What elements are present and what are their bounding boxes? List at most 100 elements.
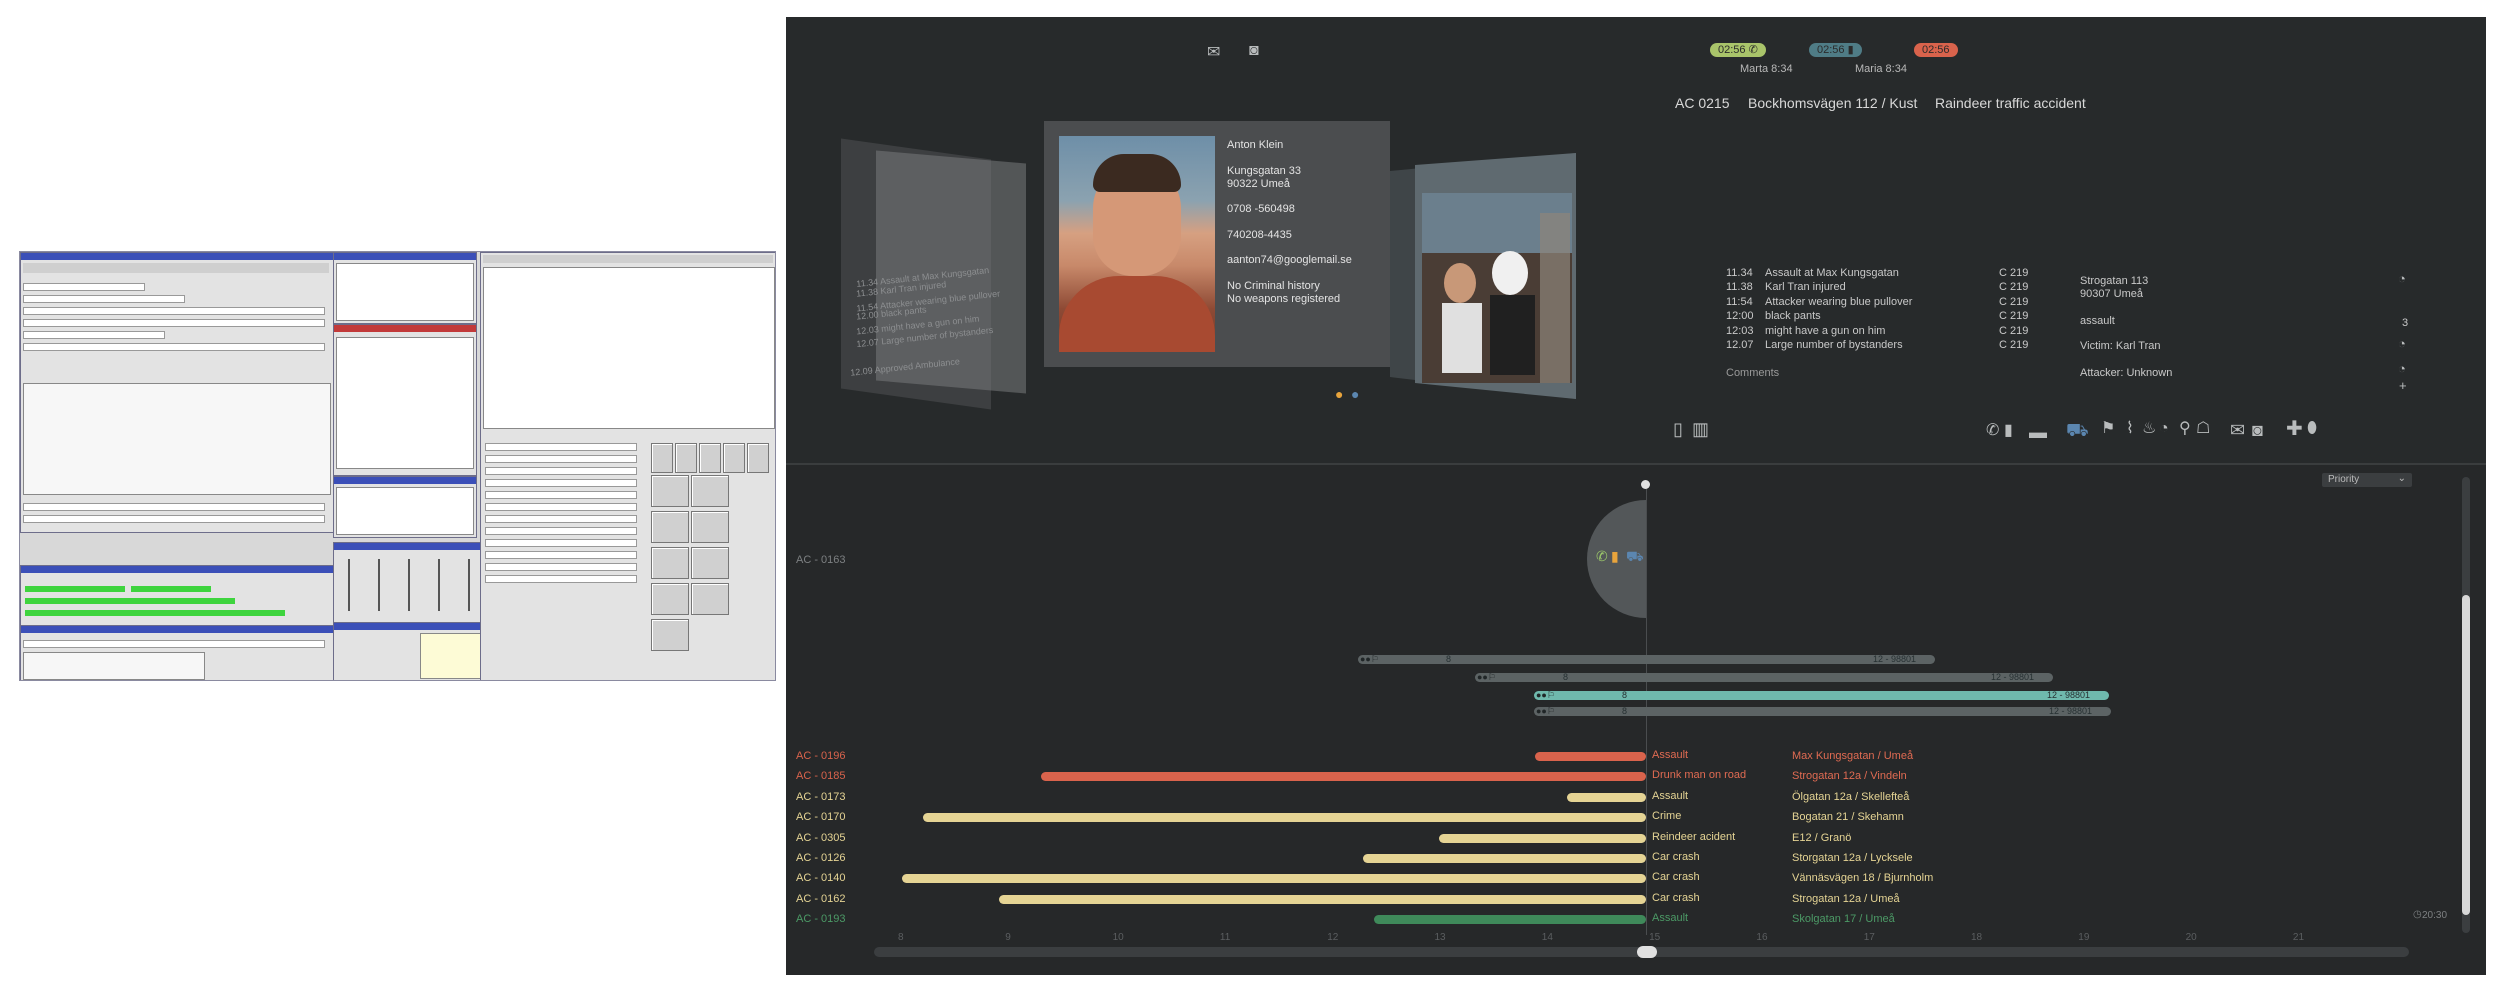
unit-bar-start: 8 (1622, 706, 1628, 716)
medical-cross-icon[interactable]: ✚ (2286, 419, 2303, 439)
ear-icon-2[interactable]: ◔ (2398, 337, 2406, 350)
unit-bar[interactable] (1534, 691, 2109, 700)
case-bar[interactable] (1363, 854, 1646, 863)
ear-icon-3[interactable]: ◔ (2398, 362, 2406, 375)
ear-icon-1[interactable]: ◔ (2398, 272, 2406, 285)
horizontal-scroll-thumb[interactable] (1637, 946, 1657, 958)
log-text: might have a gun on him (1765, 324, 1886, 337)
case-id-label[interactable]: AC - 0196 (796, 750, 846, 762)
log-time: 11.38 (1726, 281, 1753, 294)
detail-count: 3 (2402, 317, 2409, 329)
log-text: black pants (1765, 310, 1821, 323)
person-phone-1[interactable]: 0708 -560498 (1227, 203, 1295, 215)
time-tick: 10 (1112, 932, 1124, 943)
unit-bar-end: 12 - 98801 (2049, 706, 2093, 716)
case-id-label[interactable]: AC - 0170 (796, 811, 846, 823)
log-code: C 219 (1999, 267, 2029, 279)
unit-bar-end: 12 - 98801 (1991, 672, 2035, 682)
vertical-scroll-thumb[interactable] (2462, 595, 2470, 915)
drop-icon[interactable]: ⬮ (2307, 421, 2317, 437)
unit-bar[interactable] (1358, 655, 1935, 664)
case-bar[interactable] (1438, 833, 1646, 843)
unit-status-icons: ●●⚐ (1477, 672, 1496, 682)
call-badge-2[interactable]: 02:56 ▮ (1809, 43, 1862, 57)
add-icon-small[interactable]: + (2399, 379, 2407, 392)
log-text: Karl Tran injured (1765, 281, 1846, 294)
globe-icon[interactable]: ● (1351, 387, 1359, 401)
case-id-label[interactable]: AC - 0193 (796, 913, 846, 925)
operator-name-2: Maria 8:34 (1855, 63, 1907, 75)
time-tick: 8 (898, 932, 904, 943)
map-pin-icon[interactable]: ⚲ (2179, 421, 2191, 437)
ear-icon[interactable]: ◔ (2159, 421, 2169, 437)
log-code: C 219 (1999, 324, 2029, 337)
case-id: AC 0215 (1675, 95, 1730, 111)
envelope-icon[interactable]: ✉ (2230, 421, 2245, 439)
document-icon[interactable]: ▯ (1673, 420, 1683, 438)
case-type-label: Crime (1652, 810, 1682, 823)
case-location-label: Max Kungsgatan / Umeå (1792, 750, 1914, 762)
log-code: C 219 (1999, 281, 2029, 294)
panel-divider (786, 463, 2486, 465)
case-type-label: Assault (1652, 912, 1689, 925)
case-bar[interactable] (1567, 792, 1646, 802)
case-id-label[interactable]: AC - 0173 (796, 791, 846, 803)
case-id-label[interactable]: AC - 0126 (796, 852, 846, 864)
current-time-marker[interactable] (1641, 480, 1650, 489)
flag-icon[interactable]: ⚑ (2101, 421, 2115, 437)
call-badge-1[interactable]: 02:56 ✆ (1710, 43, 1766, 57)
case-id-label[interactable]: AC - 0162 (796, 893, 846, 905)
log-time: 11:54 (1726, 295, 1753, 308)
paperclip-icon[interactable]: ⌇ (2126, 421, 2134, 437)
legacy-mid-window-2 (333, 324, 477, 476)
person-weapons: No weapons registered (1227, 293, 1341, 305)
call-badge-3[interactable]: 02:56 (1914, 43, 1958, 57)
time-tick: 18 (1971, 932, 1983, 943)
time-tick: 20 (2185, 932, 2197, 943)
priority-label: Priority (2328, 474, 2360, 485)
case-event: Raindeer traffic accident (1935, 95, 2086, 111)
pinned-case-id[interactable]: AC - 0163 (796, 554, 846, 566)
scene-photo[interactable] (1390, 153, 1576, 399)
time-tick: 13 (1434, 932, 1446, 943)
case-bar[interactable] (923, 813, 1646, 823)
location-pin-icon[interactable]: ● (1335, 387, 1343, 401)
fire-icon[interactable]: ♨ (2142, 421, 2156, 437)
phone-icon[interactable]: ✆ (1986, 423, 1999, 439)
chat-icon[interactable]: ▬ (2029, 423, 2047, 441)
case-bar[interactable] (1041, 772, 1646, 782)
person-email[interactable]: aanton74@googlemail.se (1227, 254, 1352, 266)
mail-icon[interactable]: ✉ (1207, 45, 1220, 61)
person-name: Anton Klein (1227, 139, 1284, 151)
car-icon[interactable]: ⛟ (2066, 421, 2089, 439)
camera-icon[interactable]: ◙ (1249, 43, 1259, 59)
case-bar[interactable] (902, 874, 1646, 884)
time-tick: 19 (2078, 932, 2090, 943)
case-bar[interactable] (1374, 915, 1646, 925)
photo-camera-icon[interactable]: ◙ (2252, 421, 2263, 439)
unit-bar[interactable] (1534, 707, 2111, 716)
person-phone-2[interactable]: 740208-4435 (1227, 229, 1292, 241)
priority-select[interactable]: Priority ⌄ (2322, 473, 2412, 487)
case-id-label[interactable]: AC - 0140 (796, 872, 846, 884)
unit-bar[interactable] (1475, 673, 2053, 682)
pinned-car-icon: ⛟ (1626, 548, 1644, 564)
detail-city: 90307 Umeå (2080, 288, 2143, 300)
case-bar[interactable] (1535, 752, 1646, 761)
case-id-label[interactable]: AC - 0185 (796, 770, 846, 782)
unit-status-icons: ●●⚐ (1360, 654, 1379, 664)
ghost-icon[interactable]: ☖ (2196, 421, 2210, 437)
case-id-label[interactable]: AC - 0305 (796, 832, 846, 844)
log-code: C 219 (1999, 310, 2029, 323)
log-code: C 219 (1999, 339, 2029, 351)
legacy-right-window (480, 252, 775, 680)
person-city: 90322 Umeå (1227, 178, 1290, 190)
trash-icon[interactable]: ▥ (1692, 420, 1709, 438)
unit-status-icons: ●●⚐ (1536, 706, 1555, 716)
case-bar[interactable] (998, 894, 1646, 904)
comments-link[interactable]: Comments (1726, 367, 1779, 379)
mobile-icon[interactable]: ▮ (2004, 423, 2013, 439)
legacy-mid-window-3 (333, 476, 477, 538)
person-card[interactable]: Anton Klein Kungsgatan 33 90322 Umeå 070… (1044, 121, 1390, 367)
unit-bar-end: 12 - 98801 (1873, 654, 1917, 664)
